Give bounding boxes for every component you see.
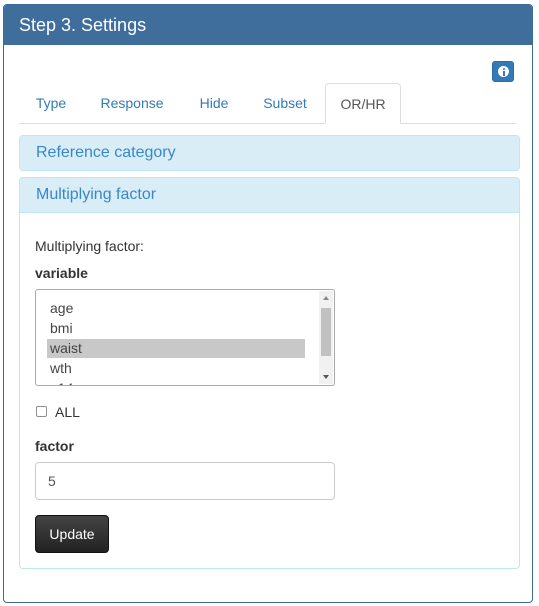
scroll-down-arrow-icon[interactable] — [323, 375, 329, 379]
tab-type[interactable]: Type — [19, 83, 83, 124]
multiplying-factor-intro: Multiplying factor: — [35, 238, 144, 254]
update-button[interactable]: Update — [35, 515, 109, 553]
reference-category-header[interactable]: Reference category — [20, 136, 519, 170]
multiplying-factor-title[interactable]: Multiplying factor — [36, 186, 156, 203]
reference-category-title[interactable]: Reference category — [36, 144, 176, 161]
variable-option-bmi[interactable]: bmi — [47, 319, 305, 338]
tab-or-hr[interactable]: OR/HR — [325, 83, 401, 124]
listbox-scrollbar[interactable] — [319, 291, 333, 384]
panel-title: Step 3. Settings — [4, 5, 532, 45]
info-button[interactable] — [492, 61, 514, 82]
all-checkbox-label[interactable]: ALL — [55, 404, 80, 420]
reference-category-section: Reference category — [19, 135, 520, 171]
multiplying-factor-header[interactable]: Multiplying factor — [20, 178, 519, 213]
variable-listbox[interactable]: age bmi waist wth p14 — [35, 289, 335, 386]
tab-response[interactable]: Response — [90, 83, 174, 124]
tab-subset[interactable]: Subset — [250, 83, 320, 124]
variable-option-wth[interactable]: wth — [47, 359, 305, 378]
scrollbar-thumb[interactable] — [321, 308, 331, 356]
scroll-up-arrow-icon[interactable] — [323, 296, 329, 300]
variable-option-p14[interactable]: p14 — [47, 379, 305, 385]
info-icon — [498, 66, 509, 77]
all-checkbox[interactable] — [36, 406, 47, 417]
tab-bar: Type Response Hide Subset OR/HR — [19, 83, 516, 124]
variable-option-waist[interactable]: waist — [47, 339, 305, 358]
factor-input[interactable]: 5 — [35, 462, 335, 500]
settings-panel: Step 3. Settings Type Response Hide Subs… — [3, 4, 533, 603]
tab-hide[interactable]: Hide — [186, 83, 242, 124]
variable-option-age[interactable]: age — [47, 299, 305, 318]
variable-label: variable — [35, 265, 88, 281]
factor-label: factor — [35, 438, 74, 454]
